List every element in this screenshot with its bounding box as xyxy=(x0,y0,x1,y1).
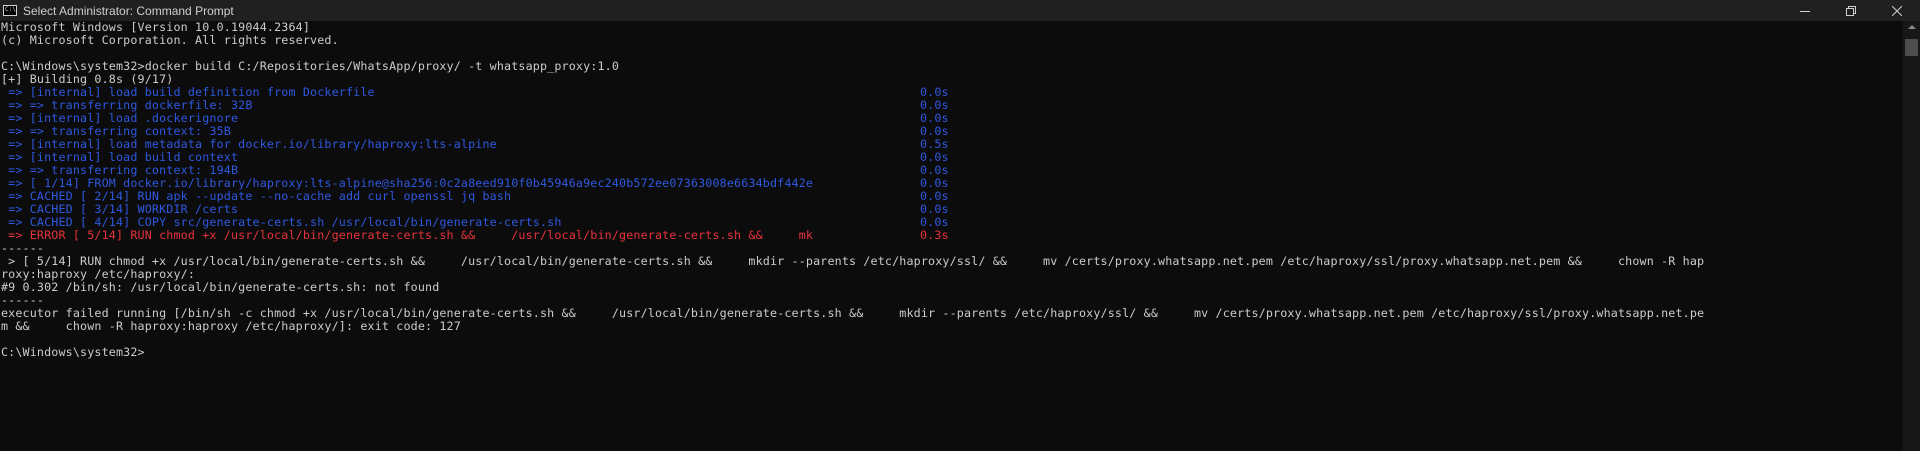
close-icon xyxy=(1892,5,1902,16)
step-text: => CACHED [ 2/14] RUN apk --update --no-… xyxy=(1,189,512,203)
step-text: => [ 1/14] FROM docker.io/library/haprox… xyxy=(1,176,814,190)
maximize-button[interactable] xyxy=(1828,0,1874,21)
minimize-icon xyxy=(1800,10,1810,12)
step-text: => => transferring dockerfile: 32B xyxy=(1,98,253,112)
vertical-scrollbar[interactable] xyxy=(1903,21,1920,451)
title-bar[interactable]: Select Administrator: Command Prompt xyxy=(0,0,1920,21)
build-step: => [internal] load metadata for docker.i… xyxy=(0,138,1904,151)
console-output[interactable]: Microsoft Windows [Version 10.0.19044.23… xyxy=(0,21,1904,451)
build-step: => [internal] load .dockerignore 0.0s xyxy=(0,112,1904,125)
error-line: m && chown -R haproxy:haproxy /etc/hapro… xyxy=(1,319,461,333)
step-text: => => transferring context: 194B xyxy=(1,163,239,177)
scroll-up-arrow-icon[interactable] xyxy=(1908,25,1916,29)
prompt-line[interactable]: C:\Windows\system32> xyxy=(0,346,1904,359)
copyright-line: (c) Microsoft Corporation. All rights re… xyxy=(1,33,339,47)
step-text: => [internal] load build definition from… xyxy=(1,85,375,99)
window-title: Select Administrator: Command Prompt xyxy=(23,3,234,18)
command-prompt-window: Select Administrator: Command Prompt Mic… xyxy=(0,0,1920,451)
step-text: => CACHED [ 4/14] COPY src/generate-cert… xyxy=(1,215,562,229)
step-text: => => transferring context: 35B xyxy=(1,124,231,138)
scroll-thumb[interactable] xyxy=(1905,39,1918,56)
close-button[interactable] xyxy=(1874,0,1920,21)
build-step: => [internal] load build context 0.0s xyxy=(0,151,1904,164)
step-text: => ERROR [ 5/14] RUN chmod +x /usr/local… xyxy=(1,228,814,242)
build-step: => [internal] load build definition from… xyxy=(0,86,1904,99)
build-step: => => transferring dockerfile: 32B 0.0s xyxy=(0,99,1904,112)
build-step: => CACHED [ 2/14] RUN apk --update --no-… xyxy=(0,190,1904,203)
maximize-icon xyxy=(1846,5,1856,16)
cmd-icon[interactable] xyxy=(3,5,17,16)
command-line: C:\Windows\system32>docker build C:/Repo… xyxy=(1,59,620,73)
detail-line: #9 0.302 /bin/sh: /usr/local/bin/generat… xyxy=(1,280,440,294)
step-text: => [internal] load build context xyxy=(1,150,239,164)
detail-line: > [ 5/14] RUN chmod +x /usr/local/bin/ge… xyxy=(1,254,1705,268)
step-time: 0.3s xyxy=(920,228,949,242)
step-text: => [internal] load metadata for docker.i… xyxy=(1,137,497,151)
step-text: => [internal] load .dockerignore xyxy=(1,111,239,125)
step-text: => CACHED [ 3/14] WORKDIR /certs xyxy=(1,202,239,216)
minimize-button[interactable] xyxy=(1782,0,1828,21)
window-controls xyxy=(1782,0,1920,21)
build-step-error: => ERROR [ 5/14] RUN chmod +x /usr/local… xyxy=(0,229,1904,242)
